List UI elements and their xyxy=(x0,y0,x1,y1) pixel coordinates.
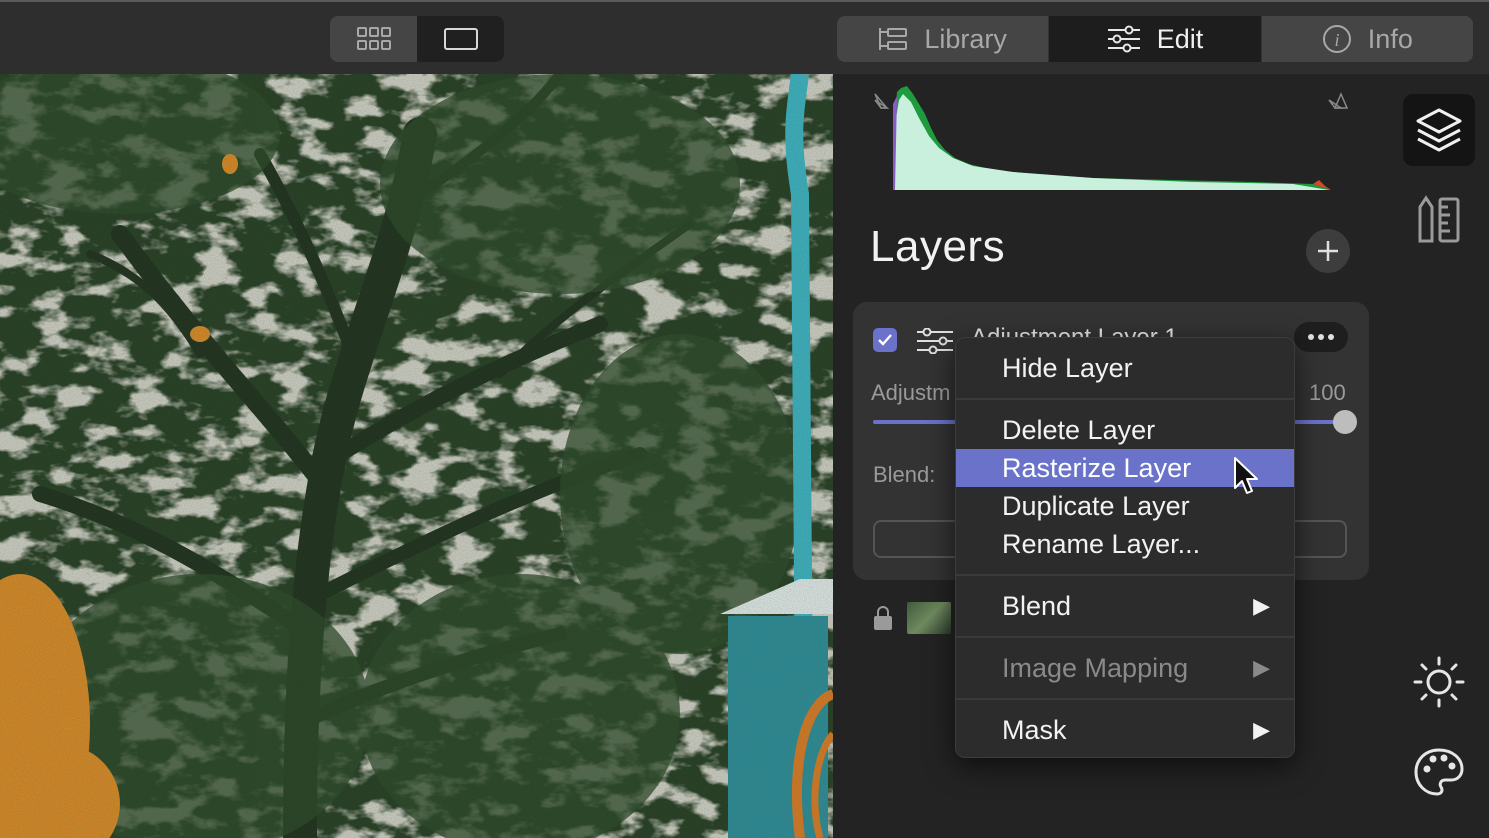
tab-library-label: Library xyxy=(924,23,1007,54)
opacity-slider-knob[interactable] xyxy=(1333,410,1357,434)
grid-view-button[interactable] xyxy=(330,16,417,62)
layer-visibility-checkbox[interactable] xyxy=(873,328,897,352)
menu-item-image-mapping-label: Image Mapping xyxy=(1002,653,1189,683)
menu-separator xyxy=(956,636,1294,638)
sliders-icon xyxy=(1107,25,1140,53)
add-layer-button[interactable] xyxy=(1306,229,1350,273)
tab-info-label: Info xyxy=(1367,23,1413,54)
layer-context-menu: Hide Layer Delete Layer Rasterize Layer … xyxy=(955,337,1295,758)
svg-text:i: i xyxy=(1334,30,1339,50)
submenu-arrow-icon: ▶ xyxy=(1253,593,1270,618)
sun-icon xyxy=(1413,656,1465,708)
submenu-arrow-icon: ▶ xyxy=(1253,717,1270,742)
base-layer-row[interactable] xyxy=(873,602,951,634)
menu-item-image-mapping: Image Mapping ▶ xyxy=(956,649,1294,687)
tab-edit[interactable]: Edit xyxy=(1049,16,1262,62)
light-tool-button[interactable] xyxy=(1403,646,1475,718)
top-toolbar: Library Edit i Info xyxy=(0,0,1489,74)
palette-icon xyxy=(1414,748,1464,796)
tool-sidebar xyxy=(1389,74,1489,838)
tab-edit-label: Edit xyxy=(1156,23,1204,54)
adjustment-opacity-label: Adjustm xyxy=(871,380,951,405)
single-view-button[interactable] xyxy=(417,16,504,62)
menu-item-blend-label: Blend xyxy=(1002,591,1072,621)
pencil-ruler-icon xyxy=(1418,195,1460,243)
menu-item-mask[interactable]: Mask ▶ xyxy=(956,711,1294,749)
mode-tabs: Library Edit i Info xyxy=(837,16,1473,62)
menu-separator xyxy=(956,574,1294,576)
opacity-value: 100 xyxy=(1309,380,1346,405)
base-layer-thumbnail xyxy=(907,602,951,634)
info-icon: i xyxy=(1322,25,1351,53)
library-icon xyxy=(879,28,908,50)
grid-icon xyxy=(356,27,391,50)
histogram xyxy=(874,86,1349,190)
tab-library[interactable]: Library xyxy=(837,16,1050,62)
view-mode-segmented-control xyxy=(330,16,504,62)
layer-more-button[interactable] xyxy=(1294,322,1348,352)
color-tool-button[interactable] xyxy=(1403,736,1475,808)
menu-separator xyxy=(956,698,1294,700)
plus-icon xyxy=(1318,241,1338,261)
layers-icon xyxy=(1416,108,1462,152)
adjustment-layer-icon xyxy=(917,328,953,354)
photo-canvas[interactable] xyxy=(0,74,833,838)
menu-item-hide-layer[interactable]: Hide Layer xyxy=(956,349,1294,387)
more-dots-icon xyxy=(1308,334,1334,340)
lock-icon xyxy=(874,606,892,630)
menu-separator xyxy=(956,398,1294,400)
menu-item-blend[interactable]: Blend ▶ xyxy=(956,587,1294,625)
retouch-tool-button[interactable] xyxy=(1403,184,1475,256)
single-image-icon xyxy=(443,28,478,50)
menu-item-rename-layer[interactable]: Rename Layer... xyxy=(956,525,1294,563)
checkmark-icon xyxy=(878,334,892,346)
tab-info[interactable]: i Info xyxy=(1262,16,1473,62)
blend-label: Blend: xyxy=(873,462,936,487)
menu-item-delete-layer[interactable]: Delete Layer xyxy=(956,411,1294,449)
photo-image xyxy=(0,74,833,838)
menu-item-mask-label: Mask xyxy=(1002,715,1067,745)
submenu-arrow-icon: ▶ xyxy=(1253,655,1270,680)
layers-title: Layers xyxy=(870,222,1006,271)
mouse-cursor-icon xyxy=(1234,457,1258,494)
layers-tool-button[interactable] xyxy=(1403,94,1475,166)
